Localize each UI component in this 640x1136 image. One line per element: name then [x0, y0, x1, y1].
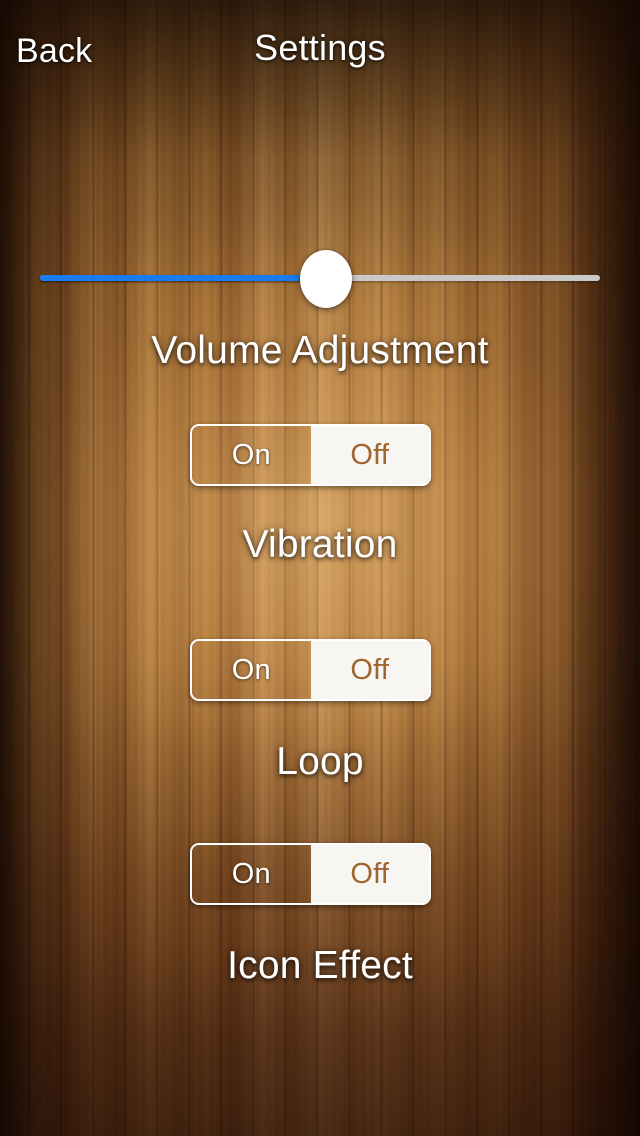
- header-bar: Back Settings: [0, 0, 640, 92]
- vibration-label: Vibration: [242, 523, 398, 566]
- loop-toggle[interactable]: On Off: [190, 639, 431, 701]
- volume-slider-thumb[interactable]: [299, 250, 352, 308]
- vibration-toggle[interactable]: On Off: [190, 424, 431, 486]
- icon-effect-toggle[interactable]: On Off: [190, 843, 431, 905]
- vibration-toggle-option-on[interactable]: On: [192, 426, 311, 484]
- loop-toggle-option-off[interactable]: Off: [310, 641, 429, 699]
- icon-effect-toggle-option-off[interactable]: Off: [310, 845, 429, 903]
- settings-screen: Back Settings Volume Adjustment On Off V…: [0, 0, 640, 1136]
- page-title: Settings: [254, 27, 386, 68]
- icon-effect-toggle-option-on[interactable]: On: [192, 845, 311, 903]
- volume-slider[interactable]: [40, 250, 600, 308]
- vibration-toggle-option-off[interactable]: Off: [310, 426, 429, 484]
- loop-toggle-option-on[interactable]: On: [192, 641, 311, 699]
- icon-effect-label: Icon Effect: [227, 944, 413, 987]
- loop-label: Loop: [276, 740, 364, 783]
- volume-adjustment-label: Volume Adjustment: [151, 329, 489, 372]
- volume-slider-fill: [40, 275, 326, 281]
